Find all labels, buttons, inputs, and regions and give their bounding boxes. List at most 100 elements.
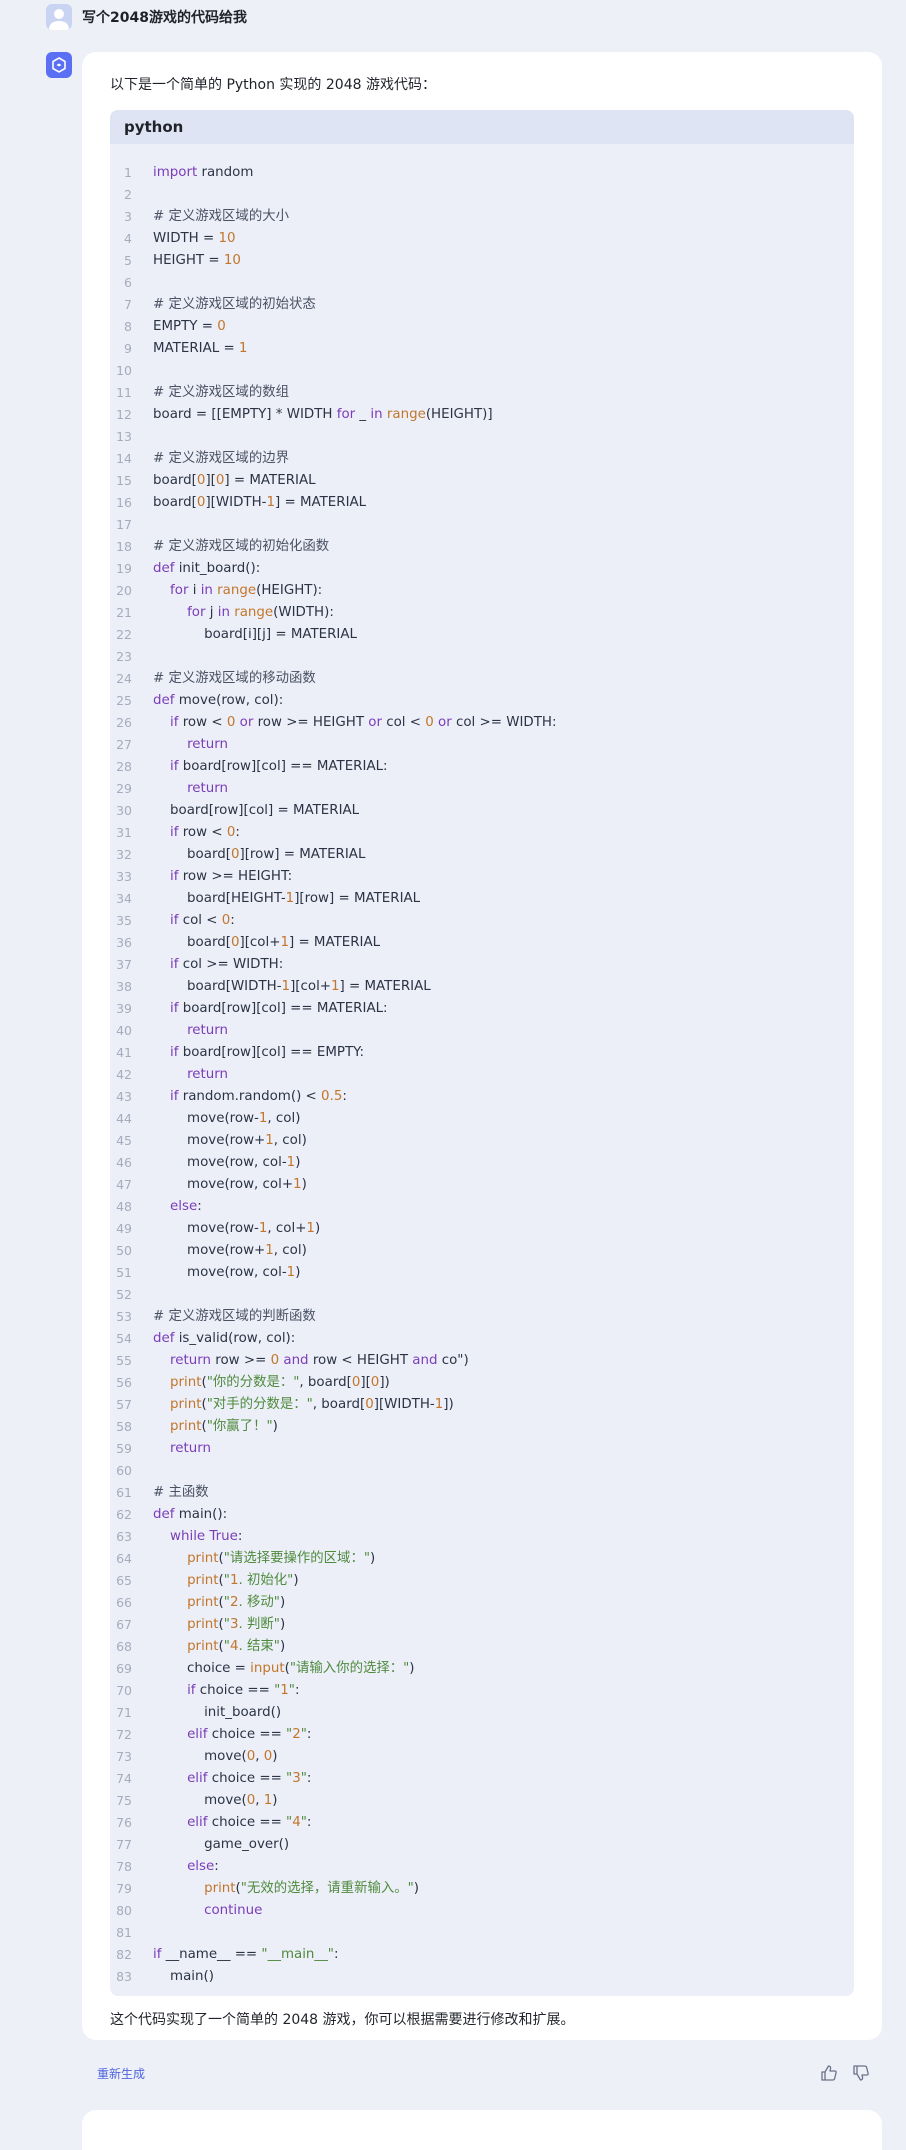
line-number: 53	[116, 1309, 132, 1324]
next-message-card	[82, 2110, 882, 2150]
line-number: 79	[116, 1881, 132, 1896]
code-text: HEIGHT = 10	[153, 253, 241, 268]
thumb-up-icon[interactable]	[820, 2064, 838, 2082]
code-text: return	[170, 1441, 211, 1456]
code-line: 19 def init_board():	[110, 558, 854, 580]
code-line: 35 if col < 0:	[110, 910, 854, 932]
code-lines: 1 import random 2 3 # 定义游戏区域的大小 4 WIDTH = 10 5 H…	[110, 162, 854, 1988]
line-number: 4	[124, 231, 132, 246]
code-line: 20 for i in range(HEIGHT):	[110, 580, 854, 602]
code-line: 37 if col >= WIDTH:	[110, 954, 854, 976]
code-text: return	[187, 737, 229, 752]
code-text: else:	[187, 1859, 219, 1874]
line-number: 42	[116, 1067, 132, 1082]
code-line: 49 move(row-1, col+1)	[110, 1218, 854, 1240]
code-line: 74 elif choice == "3":	[110, 1768, 854, 1790]
code-text: MATERIAL = 1	[153, 341, 248, 356]
code-text: print("3. 判断")	[187, 1617, 286, 1632]
code-text: print("无效的选择，请重新输入。")	[204, 1881, 420, 1896]
line-number: 1	[124, 165, 132, 180]
code-text: board[0][0] = MATERIAL	[153, 473, 316, 488]
code-line: 16 board[0][WIDTH-1] = MATERIAL	[110, 492, 854, 514]
line-number: 58	[116, 1419, 132, 1434]
code-line: 56 print("你的分数是：", board[0][0])	[110, 1372, 854, 1394]
code-line: 80 continue	[110, 1900, 854, 1922]
code-text: return	[187, 1067, 229, 1082]
code-line: 68 print("4. 结束")	[110, 1636, 854, 1658]
code-text: if board[row][col] == MATERIAL:	[170, 759, 388, 774]
line-number: 59	[116, 1441, 132, 1456]
line-number: 49	[116, 1221, 132, 1236]
line-number: 8	[124, 319, 132, 334]
code-line: 15 board[0][0] = MATERIAL	[110, 470, 854, 492]
code-text: def init_board():	[153, 561, 261, 576]
line-number: 43	[116, 1089, 132, 1104]
code-text: print("请选择要操作的区域：")	[187, 1551, 376, 1566]
code-text: if row >= HEIGHT:	[170, 869, 293, 884]
line-number: 65	[116, 1573, 132, 1588]
code-text: board[WIDTH-1][col+1] = MATERIAL	[153, 979, 431, 994]
line-number: 73	[116, 1749, 132, 1764]
code-line: 24 # 定义游戏区域的移动函数	[110, 668, 854, 690]
line-number: 19	[116, 561, 132, 576]
code-line: 3 # 定义游戏区域的大小	[110, 206, 854, 228]
code-text: choice = input("请输入你的选择：")	[153, 1661, 415, 1676]
line-number: 25	[116, 693, 132, 708]
code-line: 28 if board[row][col] == MATERIAL:	[110, 756, 854, 778]
assistant-response-card: 以下是一个简单的 Python 实现的 2048 游戏代码： python 1 i…	[82, 52, 882, 2040]
code-text: move(row, col-1)	[153, 1155, 301, 1170]
code-text: print("4. 结束")	[187, 1639, 286, 1654]
line-number: 33	[116, 869, 132, 884]
line-number: 51	[116, 1265, 132, 1280]
code-text: for j in range(WIDTH):	[187, 605, 334, 620]
line-number: 38	[116, 979, 132, 994]
response-intro: 以下是一个简单的 Python 实现的 2048 游戏代码：	[110, 77, 436, 93]
code-line: 33 if row >= HEIGHT:	[110, 866, 854, 888]
code-text: else:	[170, 1199, 202, 1214]
line-number: 15	[116, 473, 132, 488]
code-line: 6	[110, 272, 854, 294]
line-number: 66	[116, 1595, 132, 1610]
code-text: print("2. 移动")	[187, 1595, 286, 1610]
code-text: return	[187, 781, 229, 796]
regenerate-button[interactable]: 重新生成	[97, 2065, 145, 2082]
code-text: move(row+1, col)	[153, 1133, 307, 1148]
line-number: 31	[116, 825, 132, 840]
code-line: 66 print("2. 移动")	[110, 1592, 854, 1614]
line-number: 74	[116, 1771, 132, 1786]
line-number: 40	[116, 1023, 132, 1038]
line-number: 13	[116, 429, 132, 444]
code-text: move(0, 1)	[153, 1793, 278, 1808]
line-number: 41	[116, 1045, 132, 1060]
code-line: 71 init_board()	[110, 1702, 854, 1724]
code-text: move(row, col+1)	[153, 1177, 307, 1192]
code-line: 46 move(row, col-1)	[110, 1152, 854, 1174]
code-text: board[HEIGHT-1][row] = MATERIAL	[153, 891, 421, 906]
line-number: 70	[116, 1683, 132, 1698]
code-line: 76 elif choice == "4":	[110, 1812, 854, 1834]
code-line: 13	[110, 426, 854, 448]
line-number: 52	[116, 1287, 132, 1302]
code-text: # 定义游戏区域的边界	[153, 451, 289, 466]
line-number: 29	[116, 781, 132, 796]
code-line: 1 import random	[110, 162, 854, 184]
code-text: for i in range(HEIGHT):	[170, 583, 323, 598]
line-number: 39	[116, 1001, 132, 1016]
line-number: 26	[116, 715, 132, 730]
code-text: # 定义游戏区域的初始化函数	[153, 539, 330, 554]
code-text: # 定义游戏区域的数组	[153, 385, 289, 400]
code-line: 7 # 定义游戏区域的初始状态	[110, 294, 854, 316]
code-line: 73 move(0, 0)	[110, 1746, 854, 1768]
code-line: 61 # 主函数	[110, 1482, 854, 1504]
line-number: 30	[116, 803, 132, 818]
code-text: print("1. 初始化")	[187, 1573, 299, 1588]
line-number: 76	[116, 1815, 132, 1830]
code-text: move(row-1, col)	[153, 1111, 301, 1126]
code-line: 42 return	[110, 1064, 854, 1086]
line-number: 72	[116, 1727, 132, 1742]
line-number: 54	[116, 1331, 132, 1346]
line-number: 20	[116, 583, 132, 598]
line-number: 12	[116, 407, 132, 422]
thumb-down-icon[interactable]	[852, 2064, 870, 2082]
line-number: 21	[116, 605, 132, 620]
